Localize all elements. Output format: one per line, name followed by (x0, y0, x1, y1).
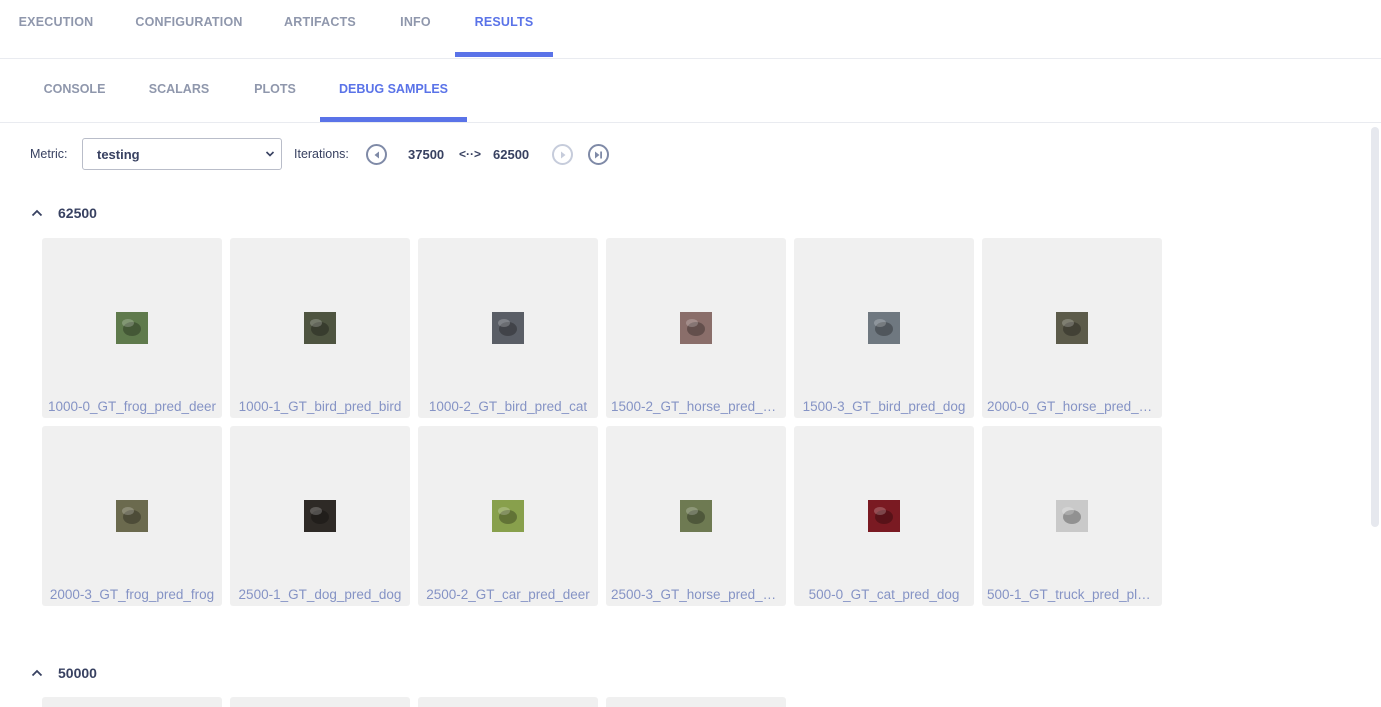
tab-console[interactable]: CONSOLE (41, 59, 108, 122)
iteration-group-title: 50000 (58, 665, 97, 681)
iteration-group-header[interactable]: 62500 (30, 205, 97, 221)
sample-tile[interactable]: 2500-3_GT_horse_pred_horse (606, 426, 786, 606)
sample-caption: 2500-1_GT_dog_pred_dog (238, 587, 402, 602)
sample-caption: 2500-3_GT_horse_pred_horse (611, 587, 786, 602)
sample-caption: 500-0_GT_cat_pred_dog (808, 587, 960, 602)
sample-caption: 2500-2_GT_car_pred_deer (426, 587, 590, 602)
metric-select[interactable]: testing (82, 138, 282, 170)
sample-thumbnail-image[interactable] (680, 312, 712, 344)
sub-tab-bar: CONSOLE SCALARS PLOTS DEBUG SAMPLES (0, 59, 1381, 123)
metric-select-value: testing (97, 146, 140, 162)
iteration-group-title: 62500 (58, 205, 97, 221)
tab-artifacts-label: ARTIFACTS (284, 14, 356, 29)
sample-thumbnail-image[interactable] (1056, 312, 1088, 344)
sample-thumbnail-image[interactable] (492, 312, 524, 344)
sample-tile[interactable]: 1000-2_GT_bird_pred_cat (418, 238, 598, 418)
vertical-scrollbar[interactable] (1371, 127, 1379, 527)
tab-plots[interactable]: PLOTS (251, 59, 299, 122)
sample-tile[interactable]: 1500-3_GT_bird_pred_dog (794, 238, 974, 418)
chevron-up-icon (31, 209, 43, 217)
tab-execution[interactable]: EXECUTION (18, 0, 94, 57)
tab-debug-samples[interactable]: DEBUG SAMPLES (320, 59, 467, 122)
sample-caption: 1500-2_GT_horse_pred_horse (611, 399, 786, 414)
tab-results-label: RESULTS (474, 14, 534, 29)
sample-tile[interactable]: 2000-3_GT_frog_pred_frog (42, 426, 222, 606)
sample-tile[interactable]: 500-1_GT_truck_pred_plane (982, 426, 1162, 606)
sample-caption: 1000-2_GT_bird_pred_cat (428, 399, 588, 414)
sample-thumbnail-image[interactable] (492, 500, 524, 532)
sample-tile[interactable]: 1000-1_GT_bird_pred_bird (230, 238, 410, 418)
metric-label: Metric: (30, 147, 68, 161)
iterations-label: Iterations: (294, 147, 349, 161)
sample-tile[interactable]: 2000-0_GT_horse_pred_horse (982, 238, 1162, 418)
sample-thumbnail-image[interactable] (304, 312, 336, 344)
sample-tile[interactable]: 1000-0_GT_frog_pred_deer (42, 238, 222, 418)
tab-configuration[interactable]: CONFIGURATION (134, 0, 244, 57)
tab-artifacts[interactable]: ARTIFACTS (283, 0, 357, 57)
iteration-to-value: 62500 (493, 147, 530, 162)
tab-info[interactable]: INFO (397, 0, 434, 57)
tab-info-label: INFO (400, 14, 431, 29)
sample-caption: 1000-0_GT_frog_pred_deer (47, 399, 217, 414)
skip-to-end-icon (595, 151, 602, 158)
chevron-up-icon (31, 669, 43, 677)
tab-console-label: CONSOLE (43, 81, 106, 96)
iteration-group-header[interactable]: 50000 (30, 665, 97, 681)
iteration-prev-button[interactable] (366, 144, 387, 165)
sample-caption: 500-1_GT_truck_pred_plane (987, 587, 1160, 602)
sample-thumbnail-image[interactable] (116, 500, 148, 532)
tab-execution-label: EXECUTION (18, 14, 94, 29)
sample-caption: 1000-1_GT_bird_pred_bird (238, 399, 402, 414)
iteration-from-value: 37500 (408, 147, 445, 162)
tab-scalars[interactable]: SCALARS (146, 59, 212, 122)
sample-tile[interactable]: 2500-1_GT_dog_pred_dog (230, 426, 410, 606)
caret-left-icon (374, 151, 379, 158)
iteration-next-button[interactable] (552, 144, 573, 165)
sample-tile[interactable] (42, 697, 222, 707)
sample-thumbnail-image[interactable] (116, 312, 148, 344)
sample-caption: 2000-0_GT_horse_pred_horse (987, 399, 1162, 414)
chevron-down-icon (265, 151, 275, 157)
sample-tile[interactable]: 2500-2_GT_car_pred_deer (418, 426, 598, 606)
tab-configuration-label: CONFIGURATION (135, 14, 243, 29)
sample-tile[interactable] (418, 697, 598, 707)
caret-right-icon (560, 151, 565, 158)
sample-thumbnail-image[interactable] (680, 500, 712, 532)
iteration-range-icon: <··> (459, 147, 482, 161)
sample-tile[interactable]: 500-0_GT_cat_pred_dog (794, 426, 974, 606)
sample-thumbnail-image[interactable] (868, 500, 900, 532)
sample-tile[interactable]: 1500-2_GT_horse_pred_horse (606, 238, 786, 418)
sample-thumbnail-image[interactable] (304, 500, 336, 532)
sample-caption: 1500-3_GT_bird_pred_dog (802, 399, 966, 414)
tab-debug-samples-label: DEBUG SAMPLES (338, 81, 449, 96)
tab-scalars-label: SCALARS (148, 81, 210, 96)
iteration-last-button[interactable] (588, 144, 609, 165)
debug-samples-toolbar: Metric: testing Iterations: 37500 <··> 6… (0, 123, 1381, 185)
sample-thumbnail-image[interactable] (868, 312, 900, 344)
tab-results[interactable]: RESULTS (455, 0, 553, 57)
top-tab-bar: EXECUTION CONFIGURATION ARTIFACTS INFO R… (0, 0, 1381, 59)
sample-tile[interactable] (230, 697, 410, 707)
sample-thumbnail-image[interactable] (1056, 500, 1088, 532)
sample-tile[interactable] (606, 697, 786, 707)
sample-caption: 2000-3_GT_frog_pred_frog (49, 587, 215, 602)
tab-plots-label: PLOTS (254, 81, 296, 96)
